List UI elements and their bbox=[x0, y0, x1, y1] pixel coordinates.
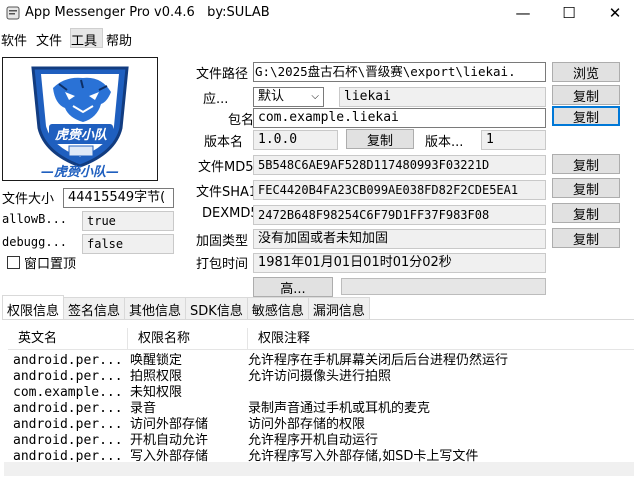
pin-window-checkbox[interactable] bbox=[7, 256, 20, 269]
progress-bar bbox=[341, 278, 546, 295]
menu-software[interactable]: 软件 bbox=[0, 28, 33, 49]
dex-md5-label: DEXMD5 bbox=[202, 206, 259, 221]
debuggable-field[interactable]: false bbox=[82, 234, 174, 254]
table-row[interactable]: android.per... 开机自动允许 允许程序开机自动运行 bbox=[8, 433, 628, 449]
cell-permission-note: 访问外部存储的权限 bbox=[248, 417, 366, 432]
tab-other[interactable]: 其他信息 bbox=[124, 297, 187, 319]
pack-time-label: 打包时间 bbox=[196, 257, 249, 272]
file-path-field[interactable]: G:\2025盘古石杯\晋级赛\export\liekai. bbox=[253, 62, 546, 82]
cell-permission-note: 录制声音通过手机或耳机的麦克 bbox=[248, 401, 431, 416]
column-header-permission-name[interactable]: 权限名称 bbox=[128, 328, 248, 350]
app-name-field[interactable]: liekai bbox=[339, 87, 546, 107]
cell-permission-name: 唤醒锁定 bbox=[130, 353, 183, 368]
close-button[interactable]: ✕ bbox=[592, 0, 634, 26]
copy-app-name-button[interactable]: 复制 bbox=[552, 85, 620, 105]
tab-permissions[interactable]: 权限信息 bbox=[2, 295, 65, 319]
cell-permission-name: 拍照权限 bbox=[130, 369, 183, 384]
cell-permission-name: 录音 bbox=[130, 401, 157, 416]
tab-signature[interactable]: 签名信息 bbox=[63, 297, 126, 319]
menu-tools[interactable]: 工具 bbox=[70, 28, 104, 49]
title-bar: App Messenger Pro v0.4.6 by:SULAB — ☐ ✕ bbox=[0, 0, 634, 26]
file-path-label: 文件路径 bbox=[196, 67, 249, 82]
harden-type-label: 加固类型 bbox=[196, 234, 249, 249]
harden-type-field[interactable]: 没有加固或者未知加固 bbox=[253, 229, 546, 249]
maximize-button[interactable]: ☐ bbox=[546, 0, 592, 26]
browse-button[interactable]: 浏览 bbox=[552, 62, 620, 82]
pin-window-label: 窗口置顶 bbox=[24, 257, 77, 272]
cell-english-name: android.per... bbox=[13, 433, 123, 448]
chevron-down-icon: ⌵ bbox=[311, 91, 319, 102]
tab-vulnerability[interactable]: 漏洞信息 bbox=[307, 297, 370, 319]
cell-english-name: android.per... bbox=[13, 417, 123, 432]
table-row[interactable]: android.per... 录音 录制声音通过手机或耳机的麦克 bbox=[8, 401, 628, 417]
window-title: App Messenger Pro v0.4.6 by:SULAB bbox=[25, 5, 270, 20]
table-row[interactable]: android.per... 访问外部存储 访问外部存储的权限 bbox=[8, 417, 628, 433]
cell-permission-note: 允许程序开机自动运行 bbox=[248, 433, 379, 448]
sha1-field[interactable]: FEC4420B4FA23CB099AE038FD82F2CDE5EA1 bbox=[253, 180, 546, 200]
logo-text-upper: 虎赍小队 bbox=[54, 127, 108, 143]
file-size-label: 文件大小 bbox=[2, 192, 55, 207]
cell-english-name: android.per... bbox=[13, 353, 123, 368]
cell-permission-note: 允许访问摄像头进行拍照 bbox=[248, 369, 392, 384]
tiger-team-logo: 虎赍小队 —虎赍小队— bbox=[31, 66, 129, 180]
cell-english-name: android.per... bbox=[13, 401, 123, 416]
menu-file[interactable]: 文件 bbox=[35, 28, 68, 49]
file-size-field[interactable]: 44415549字节( bbox=[63, 188, 174, 208]
cell-permission-name: 开机自动允许 bbox=[130, 433, 209, 448]
menu-help[interactable]: 帮助 bbox=[105, 28, 138, 49]
allow-backup-field[interactable]: true bbox=[82, 211, 174, 231]
app-logo: 虎赍小队 —虎赍小队— bbox=[2, 57, 158, 181]
md5-label: 文件MD5 bbox=[198, 160, 254, 175]
version-code-field[interactable]: 1 bbox=[481, 130, 546, 150]
logo-text-lower: —虎赍小队— bbox=[41, 164, 119, 180]
cell-permission-name: 访问外部存储 bbox=[130, 417, 209, 432]
horizontal-scrollbar[interactable] bbox=[4, 462, 634, 476]
cell-permission-note: 允许程序在手机屏幕关闭后后台进程仍然运行 bbox=[248, 353, 509, 368]
tab-sensitive[interactable]: 敏感信息 bbox=[246, 297, 309, 319]
advanced-button[interactable]: 高... bbox=[253, 277, 333, 297]
version-code-label: 版本... bbox=[425, 135, 464, 150]
table-row[interactable]: com.example... 未知权限 bbox=[8, 385, 628, 401]
tab-strip: 权限信息 签名信息 其他信息 SDK信息 敏感信息 漏洞信息 bbox=[2, 295, 370, 319]
menu-bar: 软件 文件 工具 帮助 bbox=[0, 28, 634, 49]
tab-sdk[interactable]: SDK信息 bbox=[185, 297, 248, 319]
table-row[interactable]: android.per... 唤醒锁定 允许程序在手机屏幕关闭后后台进程仍然运行 bbox=[8, 353, 628, 369]
version-name-field[interactable]: 1.0.0 bbox=[253, 130, 338, 150]
cell-english-name: android.per... bbox=[13, 369, 123, 384]
app-name-label: 应... bbox=[203, 92, 229, 107]
debuggable-label: debugg... bbox=[2, 235, 68, 249]
pack-time-field[interactable]: 1981年01月01日01时01分02秒 bbox=[253, 253, 546, 273]
copy-package-button[interactable]: 复制 bbox=[552, 106, 620, 126]
cell-english-name: com.example... bbox=[13, 385, 123, 400]
md5-field[interactable]: 5B548C6AE9AF528D117480993F03221D bbox=[253, 155, 546, 175]
package-label: 包名 bbox=[228, 113, 255, 128]
copy-sha1-button[interactable]: 复制 bbox=[552, 178, 620, 198]
copy-version-name-button[interactable]: 复制 bbox=[346, 129, 414, 149]
allow-backup-label: allowB... bbox=[2, 212, 68, 226]
permissions-list-header: 英文名 权限名称 权限注释 bbox=[8, 328, 634, 350]
dex-md5-field[interactable]: 2472B648F98254C6F79D1FF37F983F08 bbox=[253, 205, 546, 225]
app-icon bbox=[6, 6, 20, 20]
copy-dex-md5-button[interactable]: 复制 bbox=[552, 203, 620, 223]
cell-permission-note bbox=[248, 385, 628, 401]
language-select-value: 默认 bbox=[258, 89, 285, 104]
copy-md5-button[interactable]: 复制 bbox=[552, 154, 620, 174]
sha1-label: 文件SHA1 bbox=[196, 185, 258, 200]
column-header-english-name[interactable]: 英文名 bbox=[8, 328, 128, 350]
copy-harden-type-button[interactable]: 复制 bbox=[552, 228, 620, 248]
package-field[interactable]: com.example.liekai bbox=[253, 108, 546, 128]
table-row[interactable]: android.per... 拍照权限 允许访问摄像头进行拍照 bbox=[8, 369, 628, 385]
cell-permission-name: 未知权限 bbox=[130, 385, 183, 400]
version-name-label: 版本名 bbox=[204, 135, 244, 150]
minimize-button[interactable]: — bbox=[500, 0, 546, 26]
column-header-permission-note[interactable]: 权限注释 bbox=[248, 328, 634, 350]
language-select[interactable]: 默认 ⌵ bbox=[253, 87, 324, 107]
